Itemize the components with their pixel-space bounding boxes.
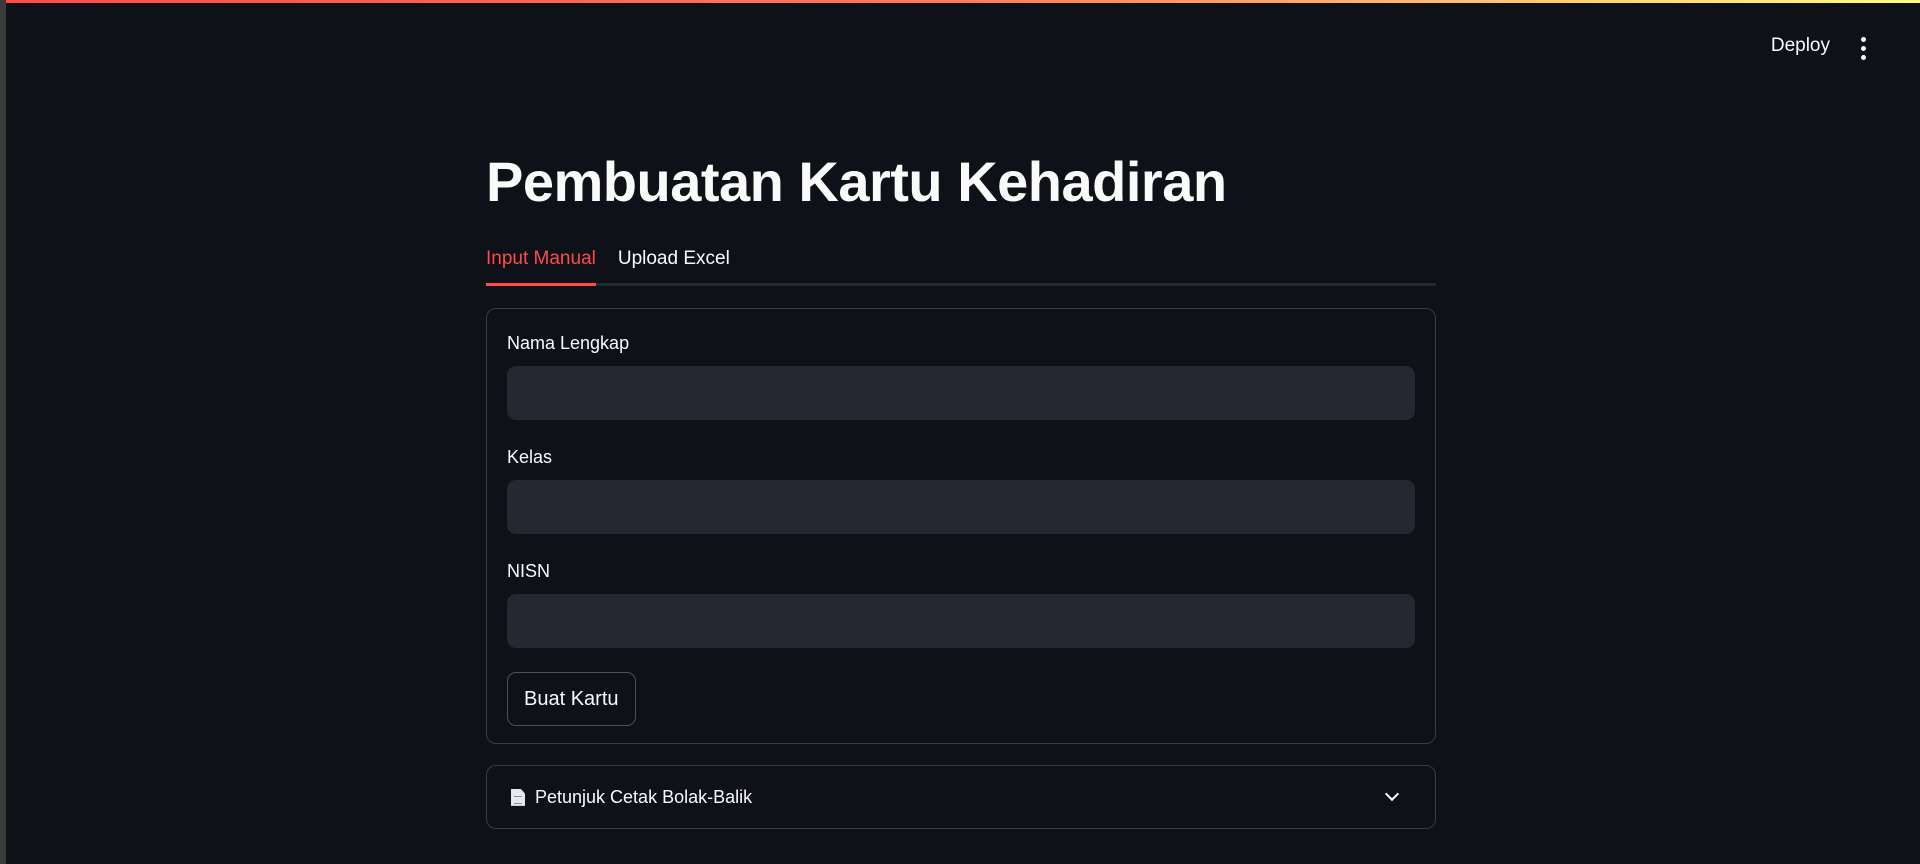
buat-kartu-button[interactable]: Buat Kartu: [507, 672, 636, 727]
kelas-label: Kelas: [507, 447, 553, 468]
document-icon: [511, 788, 525, 806]
nisn-input[interactable]: [507, 594, 1415, 649]
nama-lengkap-input[interactable]: [507, 366, 1415, 421]
app-window: Deploy Pembuatan Kartu Kehadiran Input M…: [6, 0, 1920, 864]
tab-bar: Input Manual Upload Excel: [486, 242, 1436, 287]
menu-dot: [1860, 54, 1866, 60]
input-form: Nama Lengkap Kelas NISN Buat Kartu: [486, 308, 1436, 745]
main-content: Pembuatan Kartu Kehadiran Input Manual U…: [486, 150, 1436, 830]
page-title: Pembuatan Kartu Kehadiran: [486, 150, 1227, 213]
expander-label: Petunjuk Cetak Bolak-Balik: [535, 786, 753, 807]
nama-lengkap-label: Nama Lengkap: [507, 333, 630, 354]
menu-dot: [1860, 45, 1866, 51]
tab-input-manual[interactable]: Input Manual: [486, 242, 596, 287]
chevron-down-icon: [1384, 787, 1400, 802]
deploy-button[interactable]: Deploy: [1771, 35, 1830, 57]
app-header: Deploy: [6, 0, 1920, 96]
kebab-menu-icon[interactable]: [1850, 34, 1876, 62]
menu-dot: [1860, 36, 1866, 42]
kelas-input[interactable]: [507, 480, 1415, 535]
print-instructions-expander[interactable]: Petunjuk Cetak Bolak-Balik: [486, 765, 1436, 830]
tab-upload-excel[interactable]: Upload Excel: [618, 242, 730, 283]
nisn-label: NISN: [507, 561, 551, 582]
